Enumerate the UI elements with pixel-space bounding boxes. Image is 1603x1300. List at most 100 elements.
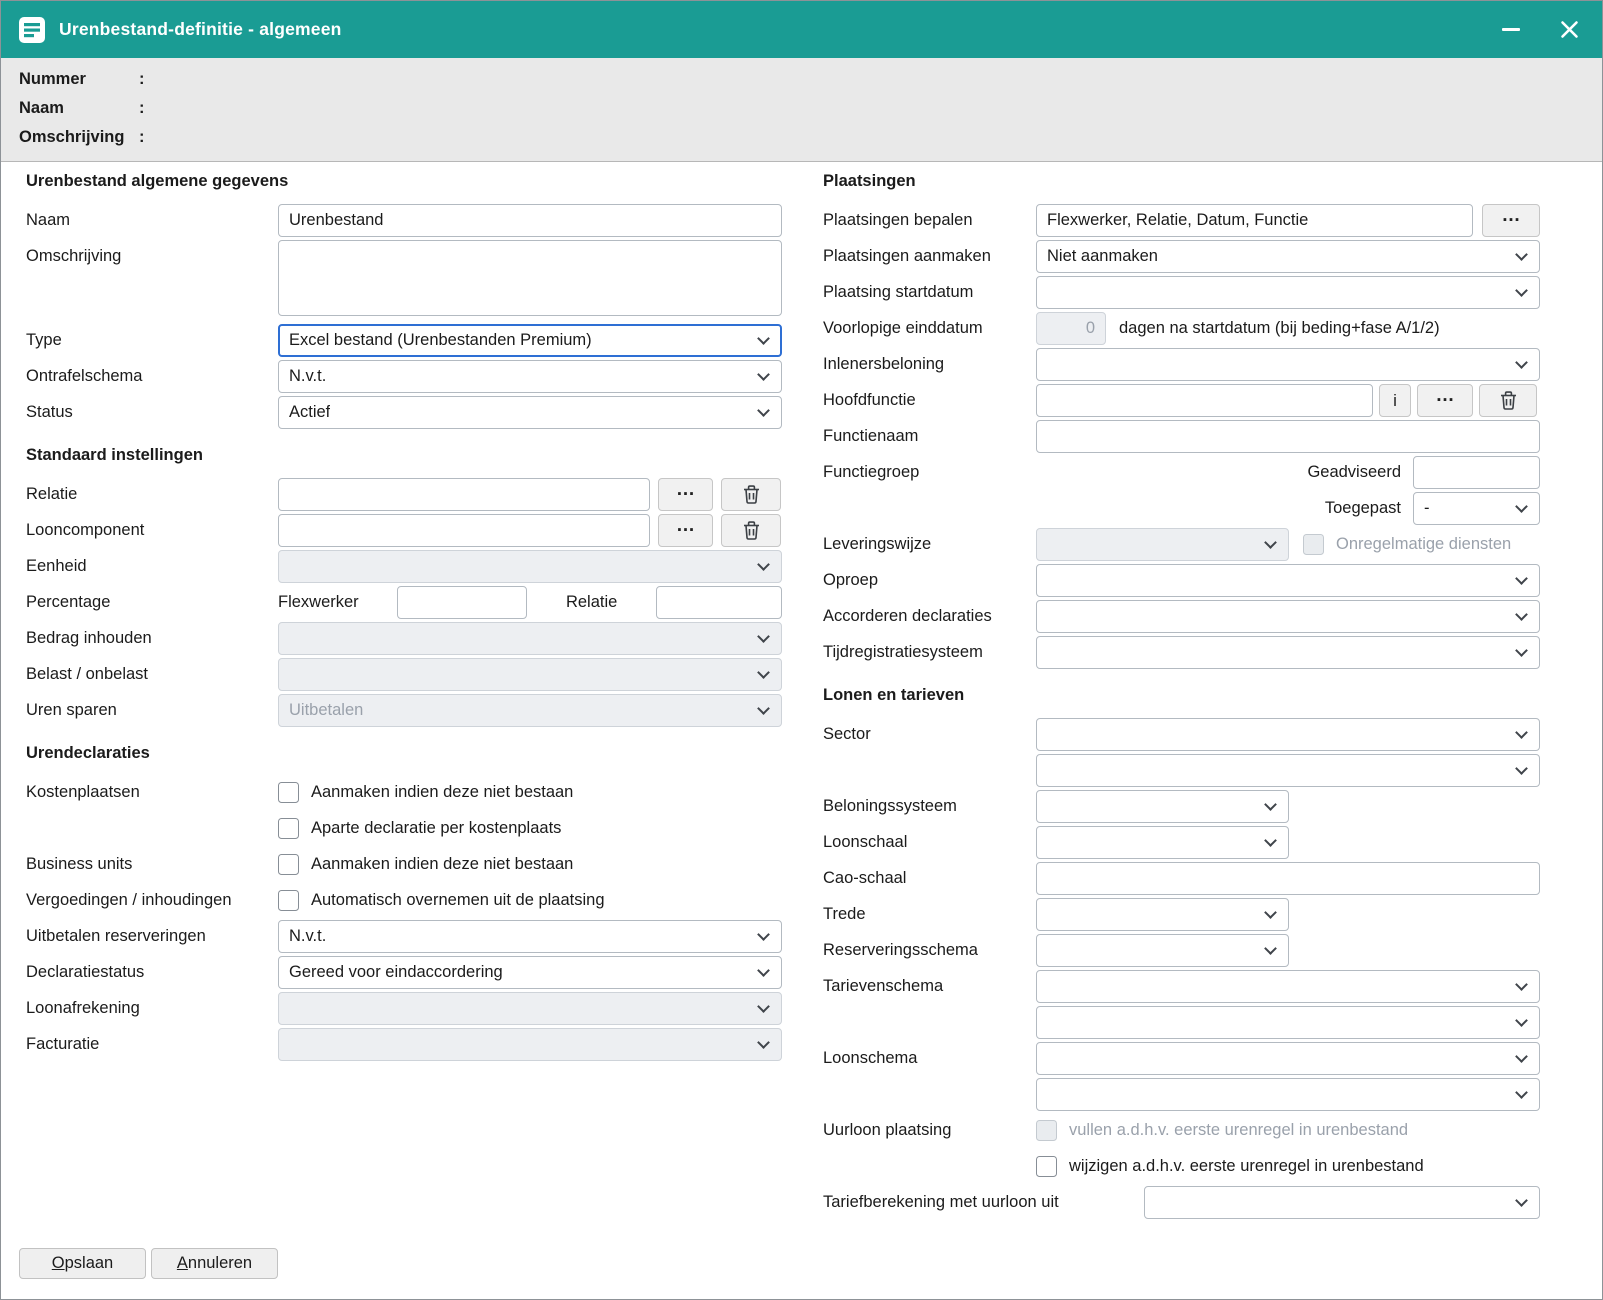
percentage-flexwerker-input[interactable] <box>397 586 527 619</box>
oproep-select[interactable] <box>1036 564 1540 597</box>
row-functienaam: Functienaam <box>823 420 1540 453</box>
loonschema-secondary-select[interactable] <box>1036 1078 1540 1111</box>
belast-onbelast-select[interactable] <box>278 658 782 691</box>
row-tarievenschema-1: Tarievenschema <box>823 970 1540 1003</box>
declaratiestatus-select[interactable]: Gereed voor eindaccordering <box>278 956 782 989</box>
oproep-label: Oproep <box>823 571 1036 590</box>
annuleren-button[interactable]: Annuleren <box>151 1248 278 1279</box>
chevron-down-icon <box>1515 356 1528 369</box>
naam-input[interactable] <box>278 204 782 237</box>
loonschema-label: Loonschema <box>823 1049 1036 1068</box>
functiegroep-toegepast-select[interactable]: - <box>1413 492 1540 525</box>
business-units-label: Business units <box>26 855 278 874</box>
tariefberekening-label: Tariefberekening met uurloon uit <box>823 1193 1144 1212</box>
bedrag-inhouden-select[interactable] <box>278 622 782 655</box>
functiegroep-geadviseerd-input[interactable] <box>1413 456 1540 489</box>
trede-select[interactable] <box>1036 898 1289 931</box>
row-looncomponent: Looncomponent … <box>26 514 782 547</box>
accorderen-declaraties-label: Accorderen declaraties <box>823 607 1036 626</box>
row-loonschaal: Loonschaal <box>823 826 1540 859</box>
belast-onbelast-label: Belast / onbelast <box>26 665 278 684</box>
hoofdfunctie-info-button[interactable]: i <box>1379 384 1411 417</box>
section-heading-plaatsingen: Plaatsingen <box>823 172 1540 194</box>
facturatie-select[interactable] <box>278 1028 782 1061</box>
row-beloningssysteem: Beloningssysteem <box>823 790 1540 823</box>
tarievenschema-select[interactable] <box>1036 970 1540 1003</box>
row-belast-onbelast: Belast / onbelast <box>26 658 782 691</box>
plaatsing-startdatum-select[interactable] <box>1036 276 1540 309</box>
status-select[interactable]: Actief <box>278 396 782 429</box>
inlenersbeloning-select[interactable] <box>1036 348 1540 381</box>
chevron-down-icon <box>1515 608 1528 621</box>
eenheid-label: Eenheid <box>26 557 278 576</box>
onregelmatige-diensten-checkbox[interactable] <box>1303 534 1324 555</box>
uren-sparen-select[interactable]: Uitbetalen <box>278 694 782 727</box>
loonafrekening-select[interactable] <box>278 992 782 1025</box>
aparte-declaratie-checkbox[interactable] <box>278 818 299 839</box>
type-select[interactable]: Excel bestand (Urenbestanden Premium) <box>278 324 782 357</box>
eenheid-select[interactable] <box>278 550 782 583</box>
section-heading-lonen-en-tarieven: Lonen en tarieven <box>823 686 1540 708</box>
plaatsingen-bepalen-input[interactable] <box>1036 204 1473 237</box>
kostenplaatsen-aanmaken-checkbox[interactable] <box>278 782 299 803</box>
looncomponent-input[interactable] <box>278 514 650 547</box>
relatie-delete-button[interactable] <box>721 478 781 511</box>
accorderen-declaraties-select[interactable] <box>1036 600 1540 633</box>
row-uurloon-wijzigen: wijzigen a.d.h.v. eerste urenregel in ur… <box>823 1150 1540 1183</box>
relatie-input[interactable] <box>278 478 650 511</box>
plaatsingen-bepalen-browse-button[interactable]: … <box>1482 204 1540 237</box>
row-tijdregistratiesysteem: Tijdregistratiesysteem <box>823 636 1540 669</box>
tijdregistratiesysteem-select[interactable] <box>1036 636 1540 669</box>
sector-secondary-select[interactable] <box>1036 754 1540 787</box>
cao-schaal-input[interactable] <box>1036 862 1540 895</box>
row-eenheid: Eenheid <box>26 550 782 583</box>
row-sector-2 <box>823 754 1540 787</box>
ontrafelschema-select[interactable]: N.v.t. <box>278 360 782 393</box>
omschrijving-textarea[interactable] <box>278 240 782 316</box>
uurloon-wijzigen-checkbox[interactable] <box>1036 1156 1057 1177</box>
hoofdfunctie-delete-button[interactable] <box>1479 384 1537 417</box>
percentage-relatie-input[interactable] <box>656 586 782 619</box>
business-units-aanmaken-label: Aanmaken indien deze niet bestaan <box>311 855 573 874</box>
uren-sparen-label: Uren sparen <box>26 701 278 720</box>
row-functiegroep-geadviseerd: Functiegroep Geadviseerd <box>823 456 1540 489</box>
voorlopige-einddatum-input[interactable] <box>1036 312 1106 345</box>
close-button[interactable] <box>1554 15 1584 45</box>
plaatsingen-aanmaken-label: Plaatsingen aanmaken <box>823 247 1036 266</box>
chevron-down-icon <box>1515 248 1528 261</box>
percentage-relatie-label: Relatie <box>566 593 617 612</box>
tarievenschema-secondary-select[interactable] <box>1036 1006 1540 1039</box>
leveringswijze-select[interactable] <box>1036 528 1289 561</box>
opslaan-button[interactable]: Opslaan <box>19 1248 146 1279</box>
relatie-browse-button[interactable]: … <box>658 478 713 511</box>
automatisch-overnemen-checkbox[interactable] <box>278 890 299 911</box>
hoofdfunctie-input[interactable] <box>1036 384 1373 417</box>
minimize-button[interactable] <box>1496 15 1526 45</box>
reserveringsschema-select[interactable] <box>1036 934 1289 967</box>
row-plaatsingen-bepalen: Plaatsingen bepalen … <box>823 204 1540 237</box>
annuleren-button-label: Annuleren <box>177 1254 252 1273</box>
tariefberekening-select[interactable] <box>1144 1186 1540 1219</box>
chevron-down-icon <box>1515 284 1528 297</box>
looncomponent-delete-button[interactable] <box>721 514 781 547</box>
hoofdfunctie-browse-button[interactable]: … <box>1417 384 1473 417</box>
trash-icon <box>743 485 760 504</box>
chevron-down-icon <box>757 558 770 571</box>
plaatsing-startdatum-label: Plaatsing startdatum <box>823 283 1036 302</box>
beloningssysteem-select[interactable] <box>1036 790 1289 823</box>
looncomponent-browse-button[interactable]: … <box>658 514 713 547</box>
chevron-down-icon <box>1515 500 1528 513</box>
loonschaal-select[interactable] <box>1036 826 1289 859</box>
sector-select[interactable] <box>1036 718 1540 751</box>
chevron-down-icon <box>757 1036 770 1049</box>
uitbetalen-reserveringen-select[interactable]: N.v.t. <box>278 920 782 953</box>
uurloon-vullen-checkbox[interactable] <box>1036 1120 1057 1141</box>
loonschema-select[interactable] <box>1036 1042 1540 1075</box>
plaatsingen-aanmaken-select[interactable]: Niet aanmaken <box>1036 240 1540 273</box>
functienaam-input[interactable] <box>1036 420 1540 453</box>
business-units-aanmaken-checkbox[interactable] <box>278 854 299 875</box>
nummer-label: Nummer <box>19 70 139 89</box>
row-loonschema-1: Loonschema <box>823 1042 1540 1075</box>
chevron-down-icon <box>757 702 770 715</box>
header-row-nummer: Nummer : <box>19 65 1584 94</box>
